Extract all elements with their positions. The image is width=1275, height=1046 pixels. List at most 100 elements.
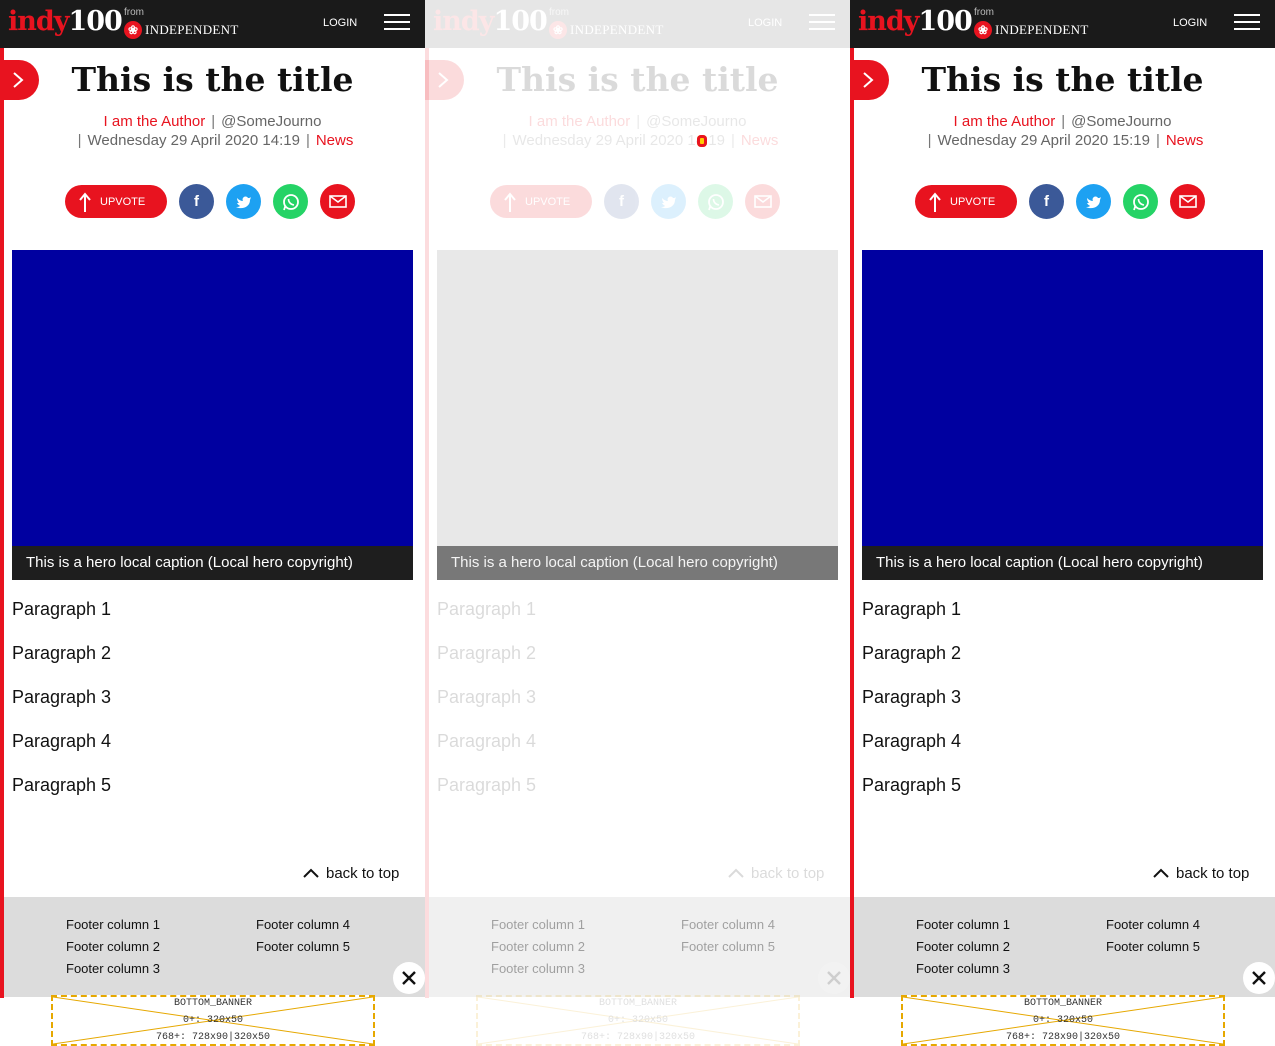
article-panel-2: indy100 from ❀ INDEPENDENT LOGIN This is… [425, 0, 850, 1046]
footer-link[interactable]: Footer column 5 [256, 939, 350, 954]
paragraph: Paragraph 2 [12, 643, 112, 663]
footer-link[interactable]: Footer column 3 [66, 961, 160, 976]
hero-image: This is a hero local caption (Local hero… [437, 250, 838, 580]
back-to-top-link[interactable]: back to top [302, 862, 399, 884]
author-twitter-handle[interactable]: @SomeJourno [1071, 113, 1171, 130]
paragraph: Paragraph 5 [437, 775, 537, 795]
share-facebook-button[interactable]: f [1029, 184, 1064, 219]
from-label: from [974, 7, 994, 18]
publish-date: Wednesday 29 April 2020 14:19 [512, 132, 725, 149]
separator: | [502, 132, 507, 149]
independent-logo[interactable]: ❀ INDEPENDENT [974, 20, 1089, 40]
footer-link[interactable]: Footer column 1 [916, 917, 1010, 932]
login-link[interactable]: LOGIN [748, 17, 782, 29]
publish-date: Wednesday 29 April 2020 14:19 [87, 132, 300, 149]
banner-size-mobile: 0+: 320x50 [607, 1015, 668, 1026]
author-link[interactable]: I am the Author [529, 113, 631, 130]
up-arrow-icon [504, 191, 516, 212]
share-whatsapp-button[interactable] [698, 184, 733, 219]
footer-link[interactable]: Footer column 2 [66, 939, 160, 954]
back-to-top-label: back to top [1176, 864, 1250, 882]
share-email-button[interactable] [320, 184, 355, 219]
article-panel-1: indy100 from ❀ INDEPENDENT LOGIN This is… [0, 0, 425, 1046]
bottom-banner-ad[interactable]: BOTTOM_BANNER 0+: 320x50 768+: 728x90|32… [476, 995, 800, 1046]
bottom-banner-ad[interactable]: BOTTOM_BANNER 0+: 320x50 768+: 728x90|32… [51, 995, 375, 1046]
footer-link[interactable]: Footer column 2 [916, 939, 1010, 954]
close-banner-button[interactable] [1243, 962, 1275, 994]
upvote-button[interactable]: UPVOTE [65, 185, 167, 218]
footer-link[interactable]: Footer column 4 [681, 917, 775, 932]
share-email-button[interactable] [1170, 184, 1205, 219]
separator: | [730, 132, 735, 149]
close-banner-button[interactable] [818, 962, 850, 994]
banner-size-desktop: 768+: 728x90|320x50 [1005, 1032, 1121, 1043]
category-link[interactable]: News [316, 132, 354, 149]
share-whatsapp-button[interactable] [273, 184, 308, 219]
category-link[interactable]: News [741, 132, 779, 149]
share-facebook-button[interactable]: f [179, 184, 214, 219]
independent-logo[interactable]: ❀ INDEPENDENT [124, 20, 239, 40]
share-email-button[interactable] [745, 184, 780, 219]
banner-size-desktop: 768+: 728x90|320x50 [580, 1032, 696, 1043]
separator: | [305, 132, 310, 149]
footer-link[interactable]: Footer column 4 [1106, 917, 1200, 932]
author-link[interactable]: I am the Author [954, 113, 1056, 130]
article-byline: I am the Author | @SomeJourno | Wednesday 2… [0, 112, 425, 150]
article-byline: I am the Author | @SomeJourno | Wednesday 2… [425, 112, 850, 150]
author-twitter-handle[interactable]: @SomeJourno [646, 113, 746, 130]
category-link[interactable]: News [1166, 132, 1204, 149]
hamburger-menu-icon[interactable] [809, 14, 835, 34]
paragraph: Paragraph 3 [12, 687, 112, 707]
share-twitter-button[interactable] [651, 184, 686, 219]
independent-logo[interactable]: ❀ INDEPENDENT [549, 20, 664, 40]
footer-link[interactable]: Footer column 1 [66, 917, 160, 932]
paragraph: Paragraph 5 [862, 775, 962, 795]
paragraph: Paragraph 2 [437, 643, 537, 663]
paragraph: Paragraph 4 [437, 731, 537, 751]
share-twitter-button[interactable] [226, 184, 261, 219]
close-banner-button[interactable] [393, 962, 425, 994]
hero-image: This is a hero local caption (Local hero… [12, 250, 413, 580]
share-twitter-button[interactable] [1076, 184, 1111, 219]
login-link[interactable]: LOGIN [1173, 17, 1207, 29]
login-link[interactable]: LOGIN [323, 17, 357, 29]
chevron-up-icon [728, 868, 744, 878]
author-link[interactable]: I am the Author [104, 113, 206, 130]
up-arrow-icon [79, 191, 91, 212]
footer-link[interactable]: Footer column 4 [256, 917, 350, 932]
eagle-icon: ❀ [124, 21, 142, 39]
whatsapp-icon [707, 193, 724, 210]
share-whatsapp-button[interactable] [1123, 184, 1158, 219]
eagle-icon: ❀ [974, 21, 992, 39]
hamburger-menu-icon[interactable] [384, 14, 410, 34]
upvote-label: UPVOTE [100, 195, 146, 208]
share-facebook-button[interactable]: f [604, 184, 639, 219]
indy100-logo[interactable]: indy100 [8, 6, 123, 37]
article-title: This is the title [921, 60, 1204, 99]
hamburger-menu-icon[interactable] [1234, 14, 1260, 34]
footer-link[interactable]: Footer column 3 [916, 961, 1010, 976]
indy100-logo[interactable]: indy100 [433, 6, 548, 37]
from-label: from [549, 7, 569, 18]
back-to-top-label: back to top [326, 864, 400, 882]
hero-caption: This is a hero local caption (Local hero… [862, 546, 1263, 580]
email-icon [328, 195, 347, 208]
paragraph: Paragraph 4 [862, 731, 962, 751]
footer-link[interactable]: Footer column 3 [491, 961, 585, 976]
paragraph: Paragraph 1 [12, 599, 112, 619]
upvote-button[interactable]: UPVOTE [490, 185, 592, 218]
site-footer: Footer column 1 Footer column 2 Footer c… [854, 897, 1275, 997]
footer-link[interactable]: Footer column 1 [491, 917, 585, 932]
bottom-banner-ad[interactable]: BOTTOM_BANNER 0+: 320x50 768+: 728x90|32… [901, 995, 1225, 1046]
back-to-top-link[interactable]: back to top [1152, 862, 1249, 884]
separator: | [211, 113, 216, 130]
banner-size-mobile: 0+: 320x50 [1032, 1015, 1093, 1026]
footer-link[interactable]: Footer column 5 [681, 939, 775, 954]
footer-link[interactable]: Footer column 5 [1106, 939, 1200, 954]
indy100-logo[interactable]: indy100 [858, 6, 973, 37]
twitter-icon [235, 196, 251, 208]
back-to-top-link[interactable]: back to top [727, 862, 824, 884]
author-twitter-handle[interactable]: @SomeJourno [221, 113, 321, 130]
footer-link[interactable]: Footer column 2 [491, 939, 585, 954]
upvote-button[interactable]: UPVOTE [915, 185, 1017, 218]
